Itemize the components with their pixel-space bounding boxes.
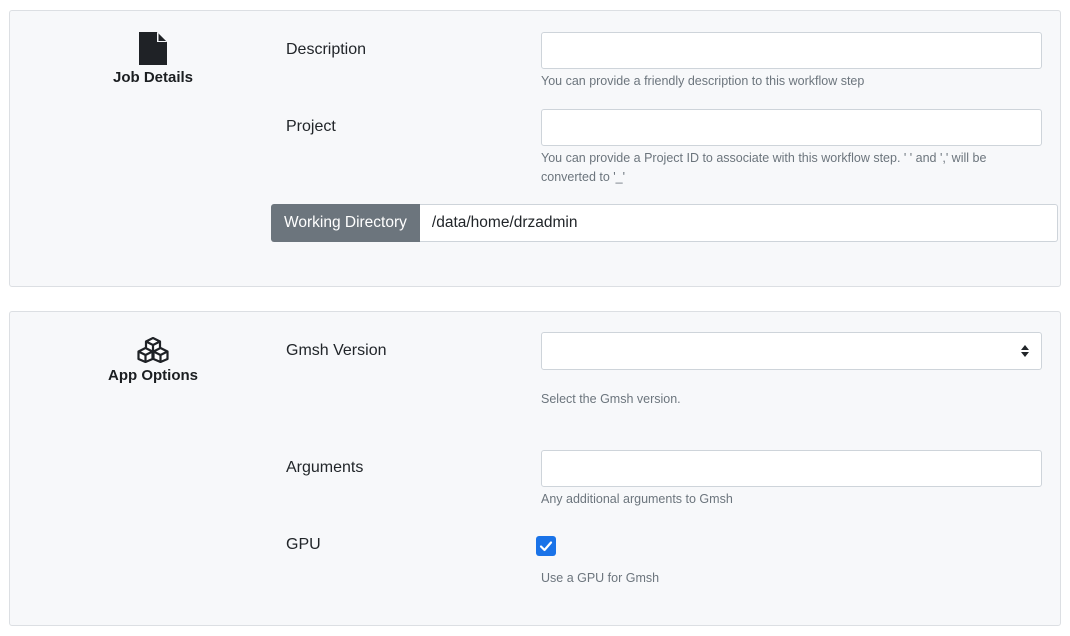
description-help: You can provide a friendly description t… — [541, 74, 865, 88]
gmsh-version-help: Select the Gmsh version. — [541, 392, 681, 406]
job-details-panel: Job Details Description You can provide … — [9, 10, 1061, 287]
gpu-help: Use a GPU for Gmsh — [541, 571, 660, 585]
arguments-label: Arguments — [286, 459, 364, 476]
description-label: Description — [286, 41, 367, 58]
working-directory-label: Working Directory — [271, 204, 420, 242]
checkmark-icon — [539, 541, 553, 552]
description-input[interactable] — [541, 32, 1042, 69]
project-label: Project — [286, 118, 336, 135]
gpu-checkbox[interactable] — [536, 536, 556, 556]
gpu-label: GPU — [286, 536, 321, 553]
app-options-title: App Options — [108, 367, 198, 384]
job-details-title: Job Details — [112, 69, 194, 86]
job-details-header: Job Details — [10, 32, 296, 86]
app-options-panel: App Options Gmsh Version Select the Gmsh… — [9, 311, 1061, 626]
project-help: You can provide a Project ID to associat… — [541, 151, 987, 184]
gmsh-version-label: Gmsh Version — [286, 342, 387, 359]
file-icon — [139, 32, 167, 65]
cubes-icon — [137, 337, 169, 363]
gmsh-version-select[interactable] — [541, 332, 1042, 370]
select-caret-icon — [1021, 345, 1029, 357]
project-input[interactable] — [541, 109, 1042, 146]
app-options-header: App Options — [10, 337, 296, 384]
working-directory-group: Working Directory — [271, 204, 1058, 242]
arguments-help: Any additional arguments to Gmsh — [541, 492, 733, 506]
working-directory-input[interactable] — [419, 204, 1058, 242]
arguments-input[interactable] — [541, 450, 1042, 487]
